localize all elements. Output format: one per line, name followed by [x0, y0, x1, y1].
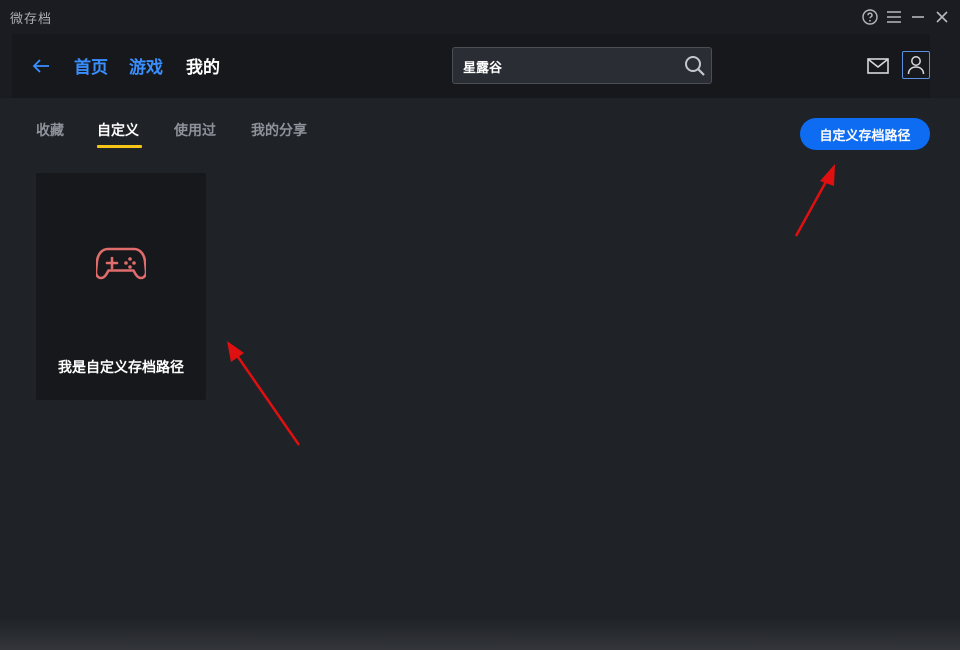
- save-card[interactable]: 我是自定义存档路径: [36, 173, 206, 400]
- help-icon[interactable]: [861, 8, 879, 26]
- tab-custom[interactable]: 自定义: [97, 120, 139, 140]
- active-tab-indicator: [97, 145, 142, 148]
- arrow-to-button: [794, 164, 835, 237]
- nav-bar: 首页 游戏 我的: [0, 34, 960, 98]
- app-title: 微存档: [10, 12, 53, 27]
- nav-home[interactable]: 首页: [74, 53, 108, 78]
- minimize-icon[interactable]: [909, 8, 927, 26]
- tab-used[interactable]: 使用过: [174, 120, 216, 140]
- user-avatar-icon[interactable]: [902, 51, 930, 79]
- search-box: [452, 47, 712, 84]
- gamepad-icon: [96, 247, 146, 280]
- search-icon[interactable]: [683, 54, 707, 78]
- nav-mine[interactable]: 我的: [186, 53, 220, 78]
- menu-icon[interactable]: [885, 8, 903, 26]
- mail-icon[interactable]: [866, 55, 890, 77]
- title-bar: 微存档: [0, 0, 960, 34]
- tab-my-shares[interactable]: 我的分享: [251, 120, 307, 140]
- custom-save-path-button[interactable]: 自定义存档路径: [800, 118, 930, 150]
- close-icon[interactable]: [933, 8, 951, 26]
- app-window: 微存档 首页 游戏 我的 星露谷 收藏 自定义 使用过 我的分享 自定义存档路径…: [0, 0, 960, 650]
- arrow-to-card: [227, 341, 301, 446]
- search-input[interactable]: [463, 56, 663, 76]
- back-arrow-icon[interactable]: [30, 55, 52, 77]
- tab-favorites[interactable]: 收藏: [36, 120, 64, 140]
- nav-games[interactable]: 游戏: [129, 53, 163, 78]
- card-label: 我是自定义存档路径: [58, 360, 184, 376]
